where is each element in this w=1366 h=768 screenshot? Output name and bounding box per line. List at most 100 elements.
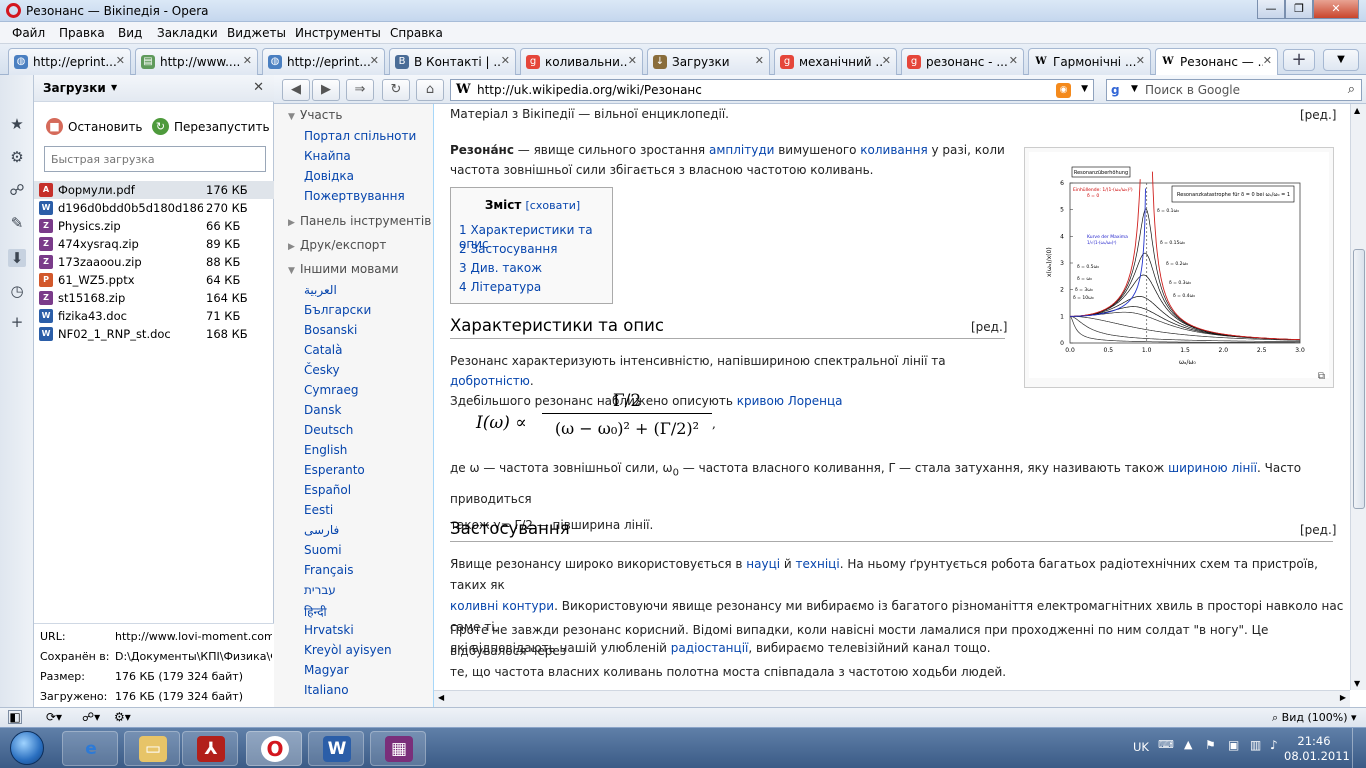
sidebar-link[interactable]: Česky — [304, 363, 340, 377]
download-item[interactable]: Z 173zaaoou.zip 88 КБ — [34, 253, 274, 271]
sidebar-link[interactable]: Довідка — [304, 169, 354, 183]
tab-9[interactable]: W Гармонічні ... ✕ — [1028, 48, 1151, 75]
scrollbar-thumb[interactable] — [1353, 249, 1365, 509]
search-box[interactable]: g ▼ Поиск в Google ⌕ — [1106, 79, 1362, 101]
download-item[interactable]: Wd196d0bdd0b5d180d186d...270 КБ — [34, 199, 274, 217]
link-lorentz-curve[interactable]: кривою Лоренца — [737, 394, 843, 408]
close-panel-icon[interactable]: ✕ — [253, 80, 264, 95]
sidebar-section[interactable]: ▶ Друк/експорт — [288, 238, 386, 252]
sidebar-link[interactable]: العربية — [304, 283, 337, 297]
download-item[interactable]: Zst15168.zip 164 КБ — [34, 289, 274, 307]
new-tab-button[interactable]: + — [1283, 49, 1315, 71]
close-tab-icon[interactable]: ✕ — [1263, 54, 1272, 67]
sidebar-link[interactable]: हिन्दी — [304, 603, 327, 620]
toc-item[interactable]: 3 Див. також — [459, 261, 542, 275]
fast-forward-button[interactable]: ⇒ — [346, 79, 374, 101]
link-amplitude[interactable]: амплітуди — [709, 143, 774, 157]
sidebar-section[interactable]: ▶ Панель інструментів — [288, 214, 431, 228]
sidebar-link[interactable]: Français — [304, 563, 353, 577]
scroll-left-icon[interactable]: ◀ — [438, 693, 444, 702]
menu-edit[interactable]: Правка — [59, 26, 105, 40]
download-item[interactable]: Z 474xysraq.zip 89 КБ — [34, 235, 274, 253]
close-window-button[interactable]: ✕ — [1313, 0, 1359, 19]
taskbar-winrar[interactable]: ▦ — [370, 731, 426, 766]
sidebar-link[interactable]: עברית — [304, 583, 336, 597]
download-item[interactable]: P 61_WZ5.pptx 64 КБ — [34, 271, 274, 289]
link-oscillation[interactable]: коливання — [860, 143, 927, 157]
quick-download-input[interactable] — [44, 146, 266, 172]
close-tab-icon[interactable]: ✕ — [755, 54, 764, 67]
keyboard-icon[interactable]: ⌨ — [1158, 738, 1174, 751]
tab-2[interactable]: ▤ http://www.... ✕ — [135, 48, 258, 75]
taskbar-acrobat[interactable]: ⅄ — [182, 731, 238, 766]
tray-expand-icon[interactable]: ▲ — [1184, 738, 1192, 751]
close-tab-icon[interactable]: ✕ — [501, 54, 510, 67]
toc-hide-link[interactable]: [сховати] — [526, 199, 581, 212]
menu-view[interactable]: Вид — [118, 26, 142, 40]
sidebar-link[interactable]: Español — [304, 483, 351, 497]
widgets-panel-icon[interactable]: ⚙ — [8, 148, 26, 166]
tab-10-active[interactable]: W Резонанс — ... ✕ — [1155, 48, 1278, 76]
menu-file[interactable]: Файл — [12, 26, 45, 40]
sidebar-link[interactable]: English — [304, 443, 347, 457]
close-tab-icon[interactable]: ✕ — [1009, 54, 1018, 67]
close-tab-icon[interactable]: ✕ — [243, 54, 252, 67]
show-desktop-button[interactable] — [1352, 728, 1366, 768]
sidebar-link[interactable]: Пожертвування — [304, 189, 405, 203]
toc-item[interactable]: 4 Література — [459, 280, 541, 294]
horizontal-scrollbar[interactable]: ◀ ▶ — [434, 690, 1350, 707]
reload-button[interactable]: ↻ — [382, 79, 410, 101]
edit-link[interactable]: [ред.] — [1300, 108, 1336, 122]
sidebar-link[interactable]: Esperanto — [304, 463, 365, 477]
downloads-panel-title[interactable]: Загрузки — [43, 81, 106, 95]
sidebar-link[interactable]: Kreyòl ayisyen — [304, 643, 392, 657]
tab-3[interactable]: ◍ http://eprint... ✕ — [262, 48, 385, 75]
tab-menu-button[interactable]: ▼ — [1323, 49, 1359, 71]
sidebar-link[interactable]: Hrvatski — [304, 623, 354, 637]
link-line-width[interactable]: шириною лінії — [1168, 461, 1257, 475]
download-item[interactable]: W NF02_1_RNP_st.doc 168 КБ — [34, 325, 274, 343]
device-icon[interactable]: ▣ — [1228, 738, 1239, 752]
panel-toggle-icon[interactable]: ◧ — [8, 710, 22, 724]
link-oscillating-circuits[interactable]: коливні контури — [450, 599, 554, 613]
sidebar-link[interactable]: Кнайпа — [304, 149, 351, 163]
close-tab-icon[interactable]: ✕ — [882, 54, 891, 67]
menu-tools[interactable]: Инструменты — [295, 26, 381, 40]
network-icon[interactable]: ▥ — [1250, 738, 1261, 752]
stop-button[interactable]: ■ Остановить — [46, 118, 143, 135]
taskbar-opera[interactable]: O — [246, 731, 302, 766]
forward-button[interactable]: ▶ — [312, 79, 340, 101]
sidebar-link[interactable]: Català — [304, 343, 342, 357]
tab-4[interactable]: BВ Контакті | ... ✕ — [389, 48, 516, 75]
download-item[interactable]: Wfizika43.doc 71 КБ — [34, 307, 274, 325]
settings-icon[interactable]: ⚙▾ — [114, 710, 131, 724]
tab-7[interactable]: g механічний ... ✕ — [774, 48, 897, 75]
sidebar-link[interactable]: Magyar — [304, 663, 349, 677]
volume-icon[interactable]: ♪ — [1270, 738, 1278, 752]
sidebar-link[interactable]: Italiano — [304, 683, 349, 697]
chevron-down-icon[interactable]: ▼ — [1081, 84, 1088, 94]
sidebar-section[interactable]: ▼ Участь — [288, 108, 342, 122]
link-science[interactable]: науці — [746, 557, 780, 571]
sidebar-link[interactable]: Eesti — [304, 503, 333, 517]
link-q-factor[interactable]: добротністю — [450, 374, 530, 388]
add-panel-icon[interactable]: + — [8, 313, 26, 331]
taskbar-word[interactable]: W — [308, 731, 364, 766]
menu-bookmarks[interactable]: Закладки — [157, 26, 218, 40]
taskbar-ie[interactable]: e — [62, 731, 118, 766]
edit-link[interactable]: [ред.] — [1300, 523, 1336, 537]
sidebar-link[interactable]: Dansk — [304, 403, 341, 417]
close-tab-icon[interactable]: ✕ — [1136, 54, 1145, 67]
tab-5[interactable]: g коливальни... ✕ — [520, 48, 643, 75]
search-icon[interactable]: ⌕ — [1348, 82, 1355, 97]
sidebar-link[interactable]: Cymraeg — [304, 383, 358, 397]
rss-icon[interactable]: ◉ — [1056, 83, 1071, 98]
clock[interactable]: 21:46 08.01.2011 — [1284, 734, 1350, 764]
unite-panel-icon[interactable]: ☍ — [8, 181, 26, 199]
edit-link[interactable]: [ред.] — [971, 320, 1007, 334]
link-technology[interactable]: техніці — [796, 557, 840, 571]
language-indicator[interactable]: UK — [1133, 740, 1149, 754]
enlarge-icon[interactable]: ⧉ — [1318, 371, 1325, 382]
sidebar-section[interactable]: ▼ Іншими мовами — [288, 262, 399, 276]
sidebar-link[interactable]: فارسی — [304, 523, 339, 537]
